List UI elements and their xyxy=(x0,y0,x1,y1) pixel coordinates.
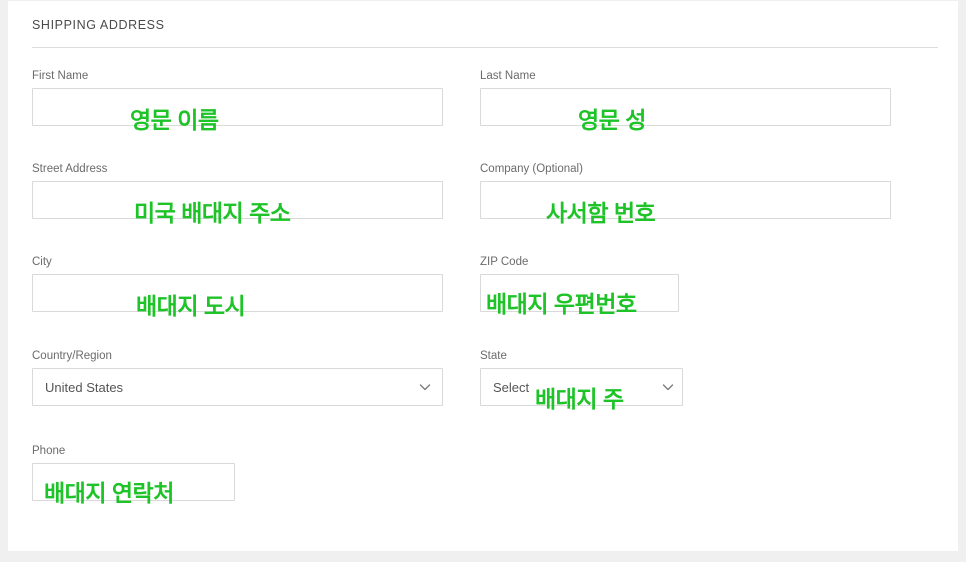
country-region-select-value: United States xyxy=(45,379,124,395)
field-last-name: Last Name xyxy=(480,69,891,126)
field-label-company: Company (Optional) xyxy=(480,163,583,175)
shipping-address-card: SHIPPING ADDRESS First Name 영문 이름 Last N… xyxy=(8,1,958,551)
field-street-address: Street Address xyxy=(32,162,443,219)
field-label-last-name: Last Name xyxy=(480,70,536,82)
first-name-input[interactable] xyxy=(32,88,443,126)
field-label-zip-code: ZIP Code xyxy=(480,256,529,268)
field-country-region: Country/Region United States xyxy=(32,349,443,406)
chevron-down-icon xyxy=(662,381,674,393)
city-input[interactable] xyxy=(32,274,443,312)
field-label-state: State xyxy=(480,350,507,362)
field-label-phone: Phone xyxy=(32,445,66,457)
company-input[interactable] xyxy=(480,181,891,219)
field-state: State Select xyxy=(480,349,683,406)
phone-input[interactable] xyxy=(32,463,235,501)
field-label-city: City xyxy=(32,256,52,268)
zip-code-input[interactable] xyxy=(480,274,679,312)
page-title: SHIPPING ADDRESS xyxy=(32,18,165,32)
field-label-street-address: Street Address xyxy=(32,163,108,175)
field-first-name: First Name xyxy=(32,69,443,126)
state-select-value: Select xyxy=(493,379,530,395)
street-address-input[interactable] xyxy=(32,181,443,219)
field-label-first-name: First Name xyxy=(32,70,89,82)
chevron-down-icon xyxy=(419,381,431,393)
field-phone: Phone xyxy=(32,444,235,501)
field-zip-code: ZIP Code xyxy=(480,255,679,312)
country-region-select[interactable]: United States xyxy=(32,368,443,406)
field-label-country-region: Country/Region xyxy=(32,350,112,362)
field-city: City xyxy=(32,255,443,312)
state-select[interactable]: Select xyxy=(480,368,683,406)
title-divider xyxy=(32,47,938,48)
field-company: Company (Optional) xyxy=(480,162,891,219)
last-name-input[interactable] xyxy=(480,88,891,126)
